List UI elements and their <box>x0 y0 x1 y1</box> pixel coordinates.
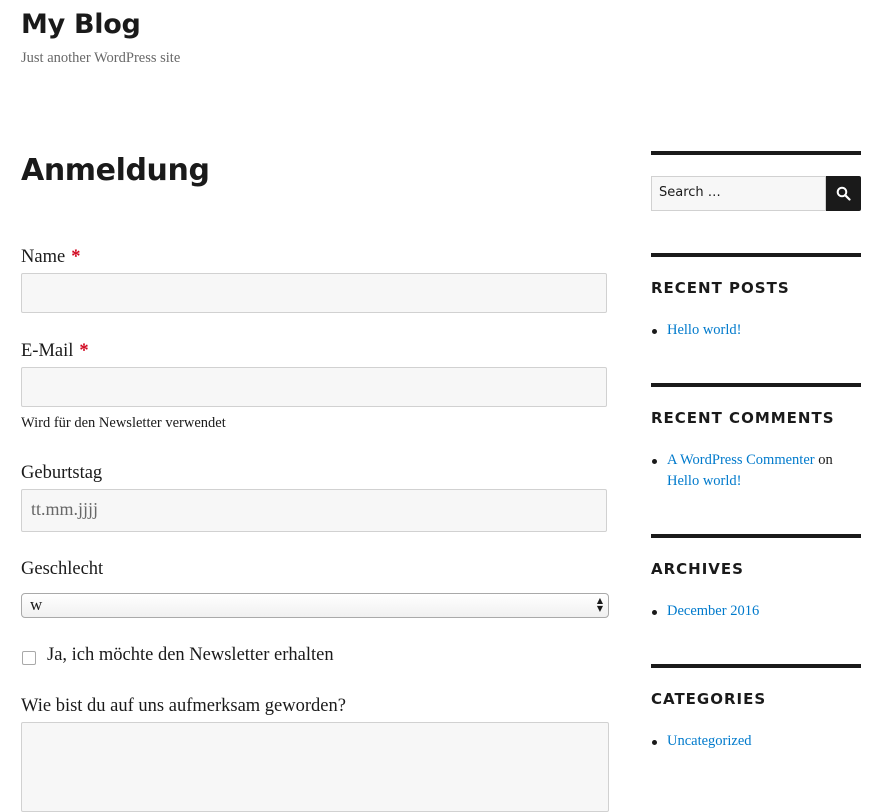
widget-divider <box>651 151 861 155</box>
archive-link[interactable]: December 2016 <box>667 603 759 619</box>
name-label: Name * <box>21 247 80 268</box>
widget-divider <box>651 253 861 257</box>
categories-title: CATEGORIES <box>651 690 767 708</box>
archives-list: December 2016 <box>651 601 861 622</box>
email-label: E-Mail * <box>21 341 89 362</box>
widget-divider <box>651 664 861 668</box>
required-marker: * <box>71 247 81 267</box>
recent-posts-list: Hello world! <box>651 320 861 341</box>
comment-author-link[interactable]: A WordPress Commenter <box>667 452 815 468</box>
birthday-input[interactable]: tt.mm.jjjj <box>21 489 607 532</box>
comment-connector: on <box>818 452 833 468</box>
search-icon <box>836 186 851 201</box>
search-placeholder: Search … <box>659 185 721 200</box>
select-arrows-icon: ▲ ▼ <box>596 596 603 613</box>
birthday-label: Geburtstag <box>21 463 103 483</box>
main-content: Anmeldung Name * E-Mail * Wird für den New… <box>21 150 609 812</box>
email-input[interactable] <box>21 367 607 407</box>
source-textarea[interactable] <box>21 722 609 812</box>
gender-selected-value: w <box>30 595 43 614</box>
birthday-placeholder: tt.mm.jjjj <box>31 499 99 519</box>
source-label: Wie bist du auf uns aufmerksam geworden? <box>21 696 346 716</box>
email-label-text: E-Mail <box>21 341 74 361</box>
comment-post-link[interactable]: Hello world! <box>667 473 742 489</box>
site-description: Just another WordPress site <box>21 50 181 66</box>
list-item: December 2016 <box>651 601 861 622</box>
recent-posts-title: RECENT POSTS <box>651 279 790 297</box>
email-hint: Wird für den Newsletter verwendet <box>21 415 226 431</box>
newsletter-checkbox[interactable] <box>22 651 36 665</box>
widget-divider <box>651 383 861 387</box>
name-label-text: Name <box>21 247 66 267</box>
search-input[interactable]: Search … <box>651 176 826 211</box>
categories-list: Uncategorized <box>651 731 861 752</box>
recent-comments-title: RECENT COMMENTS <box>651 409 835 427</box>
list-item: A WordPress Commenter on Hello world! <box>651 450 861 492</box>
site-title-link[interactable]: My Blog <box>21 9 141 40</box>
gender-label: Geschlecht <box>21 559 104 579</box>
recent-comments-list: A WordPress Commenter on Hello world! <box>651 450 861 492</box>
search-button[interactable] <box>826 176 861 211</box>
archives-title: ARCHIVES <box>651 560 744 578</box>
list-item: Hello world! <box>651 320 861 341</box>
category-link[interactable]: Uncategorized <box>667 733 752 749</box>
list-item: Uncategorized <box>651 731 861 752</box>
page-title: Anmeldung <box>21 153 210 188</box>
required-marker: * <box>79 341 89 361</box>
widget-divider <box>651 534 861 538</box>
name-input[interactable] <box>21 273 607 313</box>
post-link[interactable]: Hello world! <box>667 322 742 338</box>
gender-select[interactable]: w ▲ ▼ <box>21 593 609 618</box>
newsletter-label[interactable]: Ja, ich möchte den Newsletter erhalten <box>47 645 334 666</box>
